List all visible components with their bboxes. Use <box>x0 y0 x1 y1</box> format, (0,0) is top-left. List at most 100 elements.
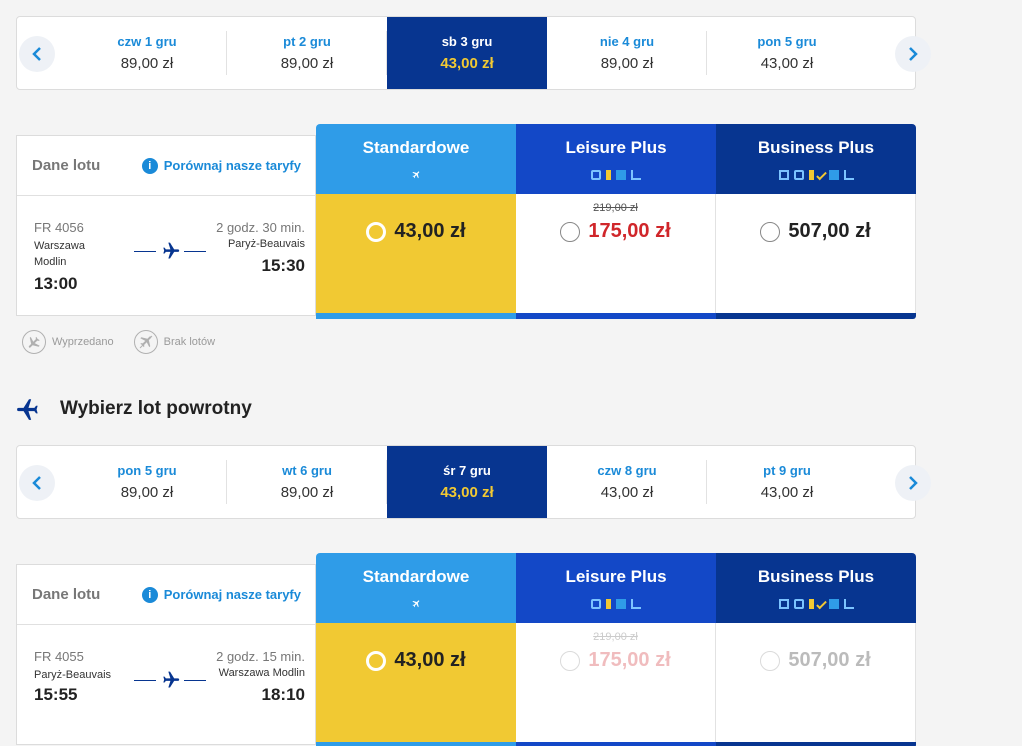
date-price: 89,00 zł <box>600 55 654 72</box>
fare-benefit-icons <box>591 599 641 611</box>
prev-dates-button[interactable] <box>19 465 55 501</box>
outbound-date-carousel: czw 1 gru 89,00 zł pt 2 gru 89,00 zł sb 3 … <box>16 16 931 90</box>
date-tab[interactable]: pt 9 gru 43,00 zł <box>707 446 867 518</box>
plane-icon <box>412 600 420 608</box>
fare-benefit-icons <box>591 170 641 182</box>
compare-fares-text: Porównaj nasze taryfy <box>163 587 301 602</box>
page: czw 1 gru 89,00 zł pt 2 gru 89,00 zł sb 3 … <box>0 0 1022 746</box>
plane-icon <box>412 171 420 179</box>
return-fares: Dane lotu i Porównaj nasze taryfy FR 4055… <box>16 553 916 746</box>
date-tab[interactable]: nie 4 gru 89,00 zł <box>547 17 707 89</box>
fare-legend: Wyprzedano Brak lotów <box>22 330 215 354</box>
fare-radio[interactable] <box>760 650 781 671</box>
fare-price: 507,00 zł <box>788 220 871 242</box>
fare-business-plus[interactable]: Business Plus 507,00 zł <box>716 553 916 746</box>
date-label: pt 2 gru <box>283 34 331 49</box>
date-price: 43,00 zł <box>760 484 814 501</box>
date-price: 43,00 zł <box>440 484 494 501</box>
fare-business-plus[interactable]: Business Plus 507,00 zł <box>716 124 916 319</box>
fare-price: 507,00 zł <box>788 649 871 671</box>
next-dates-button[interactable] <box>895 465 931 501</box>
date-label: śr 7 gru <box>443 463 491 478</box>
date-price: 89,00 zł <box>120 55 174 72</box>
date-tab[interactable]: pon 5 gru 43,00 zł <box>707 17 867 89</box>
prev-dates-button[interactable] <box>19 36 55 72</box>
compare-fares-link[interactable]: i Porównaj nasze taryfy <box>141 157 301 174</box>
fare-name: Standardowe <box>362 567 470 586</box>
date-tab[interactable]: pon 5 gru 89,00 zł <box>67 446 227 518</box>
date-tab[interactable]: pt 2 gru 89,00 zł <box>227 17 387 89</box>
flight-info-label: Dane lotu <box>32 157 101 174</box>
fare-name: Business Plus <box>757 567 875 586</box>
plane-icon <box>163 242 180 259</box>
fare-price: 43,00 zł <box>394 649 466 671</box>
info-icon: i <box>141 586 158 603</box>
origin-line-1: Paryż-Beauvais <box>34 669 112 681</box>
date-tab-selected[interactable]: śr 7 gru 43,00 zł <box>387 446 547 518</box>
priority-icon <box>616 170 626 180</box>
route-line <box>134 670 206 690</box>
fare-radio[interactable] <box>560 221 581 242</box>
fare-name: Standardowe <box>362 138 470 157</box>
fare-price: 175,00 zł <box>588 649 671 671</box>
seat-icon <box>793 170 804 180</box>
bag-icon <box>606 170 611 180</box>
arrival-time: 15:30 <box>261 256 305 275</box>
destination-airport: Paryż-Beauvais <box>227 238 305 250</box>
date-label: czw 1 gru <box>117 34 177 49</box>
seat-icon <box>591 599 601 609</box>
legend-sold-out: Wyprzedano <box>22 330 114 354</box>
flight-info-card: Dane lotu i Porównaj nasze taryfy FR 4055… <box>16 564 316 745</box>
flight-duration: 2 godz. 30 min. <box>216 220 305 235</box>
fare-price: 175,00 zł <box>588 220 671 242</box>
flight-info-label: Dane lotu <box>32 586 101 603</box>
date-label: wt 6 gru <box>282 463 332 478</box>
date-label: nie 4 gru <box>599 34 655 49</box>
date-tab-selected[interactable]: sb 3 gru 43,00 zł <box>387 17 547 89</box>
priority-icon <box>828 170 839 180</box>
fare-radio[interactable] <box>760 221 781 242</box>
departure-time: 13:00 <box>34 274 78 293</box>
outbound-fares: Dane lotu i Porównaj nasze taryfy FR 4056… <box>16 124 916 320</box>
fare-standard[interactable]: Standardowe 43,00 zł <box>316 124 516 319</box>
fare-radio[interactable] <box>366 650 387 671</box>
fare-radio[interactable] <box>366 221 387 242</box>
flight-number: FR 4055 <box>34 649 84 664</box>
flight-number: FR 4056 <box>34 220 84 235</box>
fare-name: Leisure Plus <box>565 138 667 157</box>
info-icon: i <box>141 157 158 174</box>
priority-icon <box>828 599 839 609</box>
legend-no-flights: Brak lotów <box>133 330 216 354</box>
plane-icon <box>163 671 180 688</box>
legend-label: Brak lotów <box>163 336 216 348</box>
fare-price: 43,00 zł <box>394 220 466 242</box>
flight-info-card: Dane lotu i Porównaj nasze taryfy FR 4056… <box>16 135 316 316</box>
date-price: 89,00 zł <box>280 484 334 501</box>
flex-icon <box>778 170 789 180</box>
date-tab[interactable]: czw 8 gru 43,00 zł <box>547 446 707 518</box>
date-price: 43,00 zł <box>600 484 654 501</box>
seat-icon <box>591 170 601 180</box>
origin-line-2: Modlin <box>34 256 67 268</box>
destination-airport: Warszawa Modlin <box>218 667 305 679</box>
date-tab[interactable]: wt 6 gru 89,00 zł <box>227 446 387 518</box>
date-label: pon 5 gru <box>117 463 177 478</box>
date-tab[interactable]: czw 1 gru 89,00 zł <box>67 17 227 89</box>
fare-standard[interactable]: Standardowe 43,00 zł <box>316 553 516 746</box>
return-date-carousel: pon 5 gru 89,00 zł wt 6 gru 89,00 zł śr 7 … <box>16 445 931 519</box>
priority-icon <box>616 599 626 609</box>
flex-icon <box>778 599 789 609</box>
compare-fares-text: Porównaj nasze taryfy <box>163 158 301 173</box>
compare-fares-link[interactable]: i Porównaj nasze taryfy <box>141 586 301 603</box>
date-label: pon 5 gru <box>757 34 817 49</box>
legend-label: Wyprzedano <box>52 336 114 348</box>
return-title-text: Wybierz lot powrotny <box>60 398 252 419</box>
fare-leisure-plus[interactable]: Leisure Plus 219,00 zł 175,00 zł <box>516 553 716 746</box>
fare-name: Business Plus <box>757 138 875 157</box>
fare-radio[interactable] <box>560 650 581 671</box>
seat-icon <box>793 599 804 609</box>
fare-leisure-plus[interactable]: Leisure Plus 219,00 zł 175,00 zł <box>516 124 716 319</box>
check-icon <box>815 598 827 610</box>
date-price: 89,00 zł <box>280 55 334 72</box>
next-dates-button[interactable] <box>895 36 931 72</box>
